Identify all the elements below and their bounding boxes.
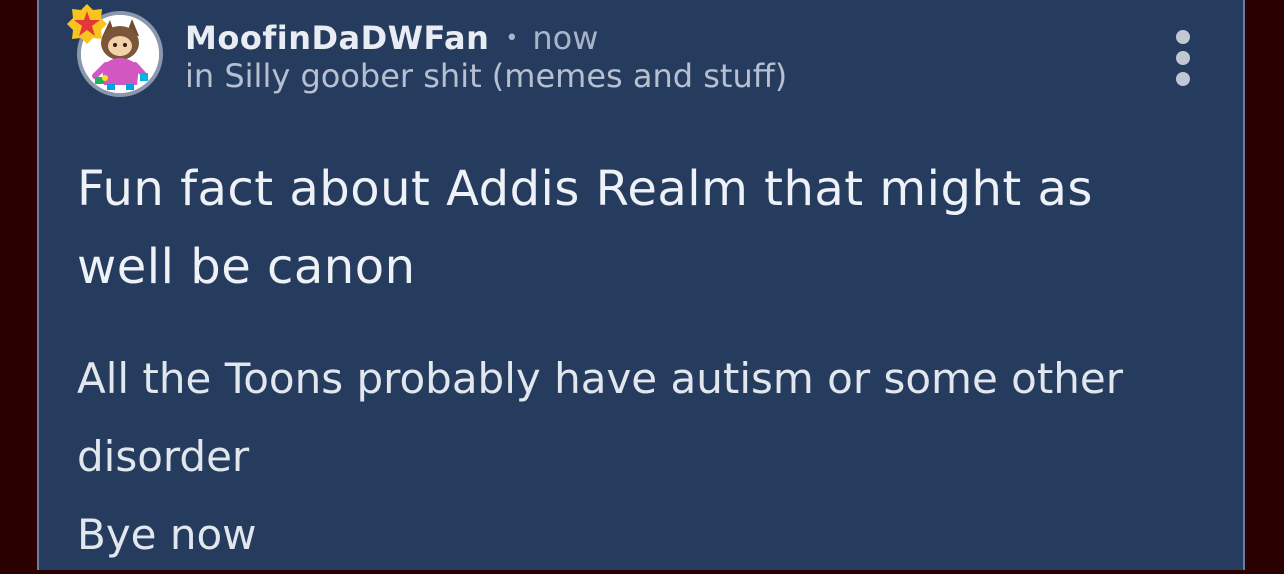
post-body[interactable]: All the Toons probably have autism or so…	[77, 340, 1197, 574]
more-vertical-icon	[1176, 72, 1190, 86]
more-options-button[interactable]	[1165, 26, 1201, 90]
community-link[interactable]: in Silly goober shit (memes and stuff)	[185, 57, 787, 95]
author-name-link[interactable]: MoofinDaDWFan	[185, 19, 489, 57]
post-body-line: All the Toons probably have autism or so…	[77, 354, 1124, 481]
post-card[interactable]: MoofinDaDWFan • now in Silly goober shit…	[37, 0, 1245, 570]
post-body-line: Bye now	[77, 510, 257, 559]
post-title[interactable]: Fun fact about Addis Realm that might as…	[77, 150, 1197, 306]
post-timestamp: now	[532, 19, 599, 57]
star-badge-icon	[67, 4, 107, 44]
metadata-separator: •	[505, 25, 519, 51]
author-avatar[interactable]	[67, 4, 167, 101]
post-author-meta: MoofinDaDWFan • now	[185, 16, 598, 60]
more-vertical-icon	[1176, 51, 1190, 65]
page-background: MoofinDaDWFan • now in Silly goober shit…	[0, 0, 1284, 570]
more-vertical-icon	[1176, 30, 1190, 44]
